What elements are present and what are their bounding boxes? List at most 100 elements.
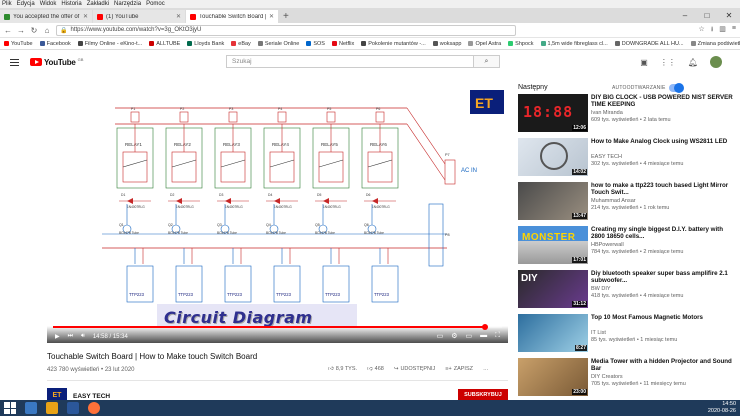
- video-thumbnail[interactable]: 8:27: [518, 314, 588, 352]
- menu-item[interactable]: Widok: [40, 1, 57, 7]
- recommendation-item[interactable]: 23:00 Media Tower with a hidden Projector…: [518, 358, 733, 398]
- more-icon[interactable]: …: [483, 366, 489, 372]
- close-icon[interactable]: ✕: [718, 8, 740, 23]
- recommendation-item[interactable]: 8:27 Top 10 Most Famous Magnetic Motors IT…: [518, 314, 733, 354]
- star-icon[interactable]: ☆: [699, 25, 705, 36]
- menu-item[interactable]: Pomoc: [146, 1, 165, 7]
- tab-close-icon[interactable]: ✕: [176, 13, 181, 20]
- menu-item[interactable]: Historia: [61, 1, 81, 7]
- recommendation-title[interactable]: Creating my single biggest D.I.Y. batter…: [591, 226, 733, 241]
- recommendation-channel[interactable]: BW DIY: [591, 286, 611, 292]
- bookmark-item[interactable]: Pokolenie mutantów -...: [361, 41, 426, 47]
- recommendation-item[interactable]: 14:02 How to Make Analog Clock using WS28…: [518, 138, 733, 178]
- file-explorer-icon[interactable]: [46, 402, 58, 414]
- settings-icon[interactable]: ⚙: [451, 332, 457, 340]
- menu-item[interactable]: Zakładki: [87, 1, 109, 7]
- bookmark-item[interactable]: Netflix: [331, 41, 354, 47]
- menu-item[interactable]: Narzędzia: [114, 1, 141, 7]
- recommendation-channel[interactable]: Ivan Miranda: [591, 110, 623, 116]
- hamburger-menu-icon[interactable]: [10, 58, 19, 66]
- create-video-icon[interactable]: ▣: [640, 58, 648, 67]
- notifications-icon[interactable]: 🔔︎: [688, 58, 698, 67]
- recommendation-title[interactable]: how to make a ttp223 touch based Light M…: [591, 182, 733, 197]
- back-icon[interactable]: ←: [4, 26, 12, 35]
- recommendation-item[interactable]: DIY 31:12 Diy bluetooth speaker super bass…: [518, 270, 733, 310]
- forward-icon[interactable]: →: [17, 26, 25, 35]
- channel-name[interactable]: EASY TECH: [73, 393, 110, 400]
- video-thumbnail[interactable]: 23:00: [518, 358, 588, 396]
- save-button[interactable]: ≡+ ZAPISZ: [445, 366, 473, 372]
- windows-start-icon[interactable]: [4, 402, 16, 414]
- bookmark-item[interactable]: eBay: [231, 41, 251, 47]
- browser-tab[interactable]: (1) YouTube ✕: [93, 10, 185, 23]
- internet-explorer-icon[interactable]: [25, 402, 37, 414]
- autoplay-toggle[interactable]: [669, 83, 684, 93]
- bookmark-item[interactable]: Opel Astra: [468, 41, 501, 47]
- subtitles-icon[interactable]: ▭: [437, 332, 444, 340]
- recommendation-title[interactable]: Top 10 Most Famous Magnetic Motors: [591, 314, 733, 321]
- bookmark-item[interactable]: Filmy Online - eKino-t...: [77, 41, 142, 47]
- bookmark-item[interactable]: DOWNGRADE ALL HU...: [614, 41, 684, 47]
- fullscreen-icon[interactable]: ⛶: [495, 332, 500, 340]
- recommendation-channel[interactable]: IT List: [591, 330, 606, 336]
- video-thumbnail[interactable]: DIY 31:12: [518, 270, 588, 308]
- avatar[interactable]: [710, 56, 722, 68]
- tab-close-icon[interactable]: ✕: [83, 13, 88, 20]
- store-icon[interactable]: [67, 402, 79, 414]
- recommendation-channel[interactable]: Muhammad Ansar: [591, 198, 636, 204]
- minimize-icon[interactable]: –: [674, 8, 696, 23]
- bookmark-item[interactable]: Seriale Online: [257, 41, 299, 47]
- search-input[interactable]: Szukaj: [226, 55, 474, 68]
- recommendation-channel[interactable]: HBPowerwall: [591, 242, 624, 248]
- volume-icon[interactable]: 🔊︎: [81, 333, 85, 340]
- dislike-button[interactable]: 👎︎ 468: [367, 366, 384, 372]
- recommendation-item[interactable]: 18:88 12:06 DIY BIG CLOCK - USB POWERED NI…: [518, 94, 733, 134]
- video-thumbnail[interactable]: 18:88 12:06: [518, 94, 588, 132]
- bookmark-item[interactable]: ALLTUBE: [149, 41, 180, 47]
- video-player[interactable]: P1 RELAY1 D1 1N4007RLG Q1 BC547B Tube TTP223 P2…: [47, 84, 508, 343]
- reload-icon[interactable]: ↻: [30, 26, 38, 35]
- system-tray-clock[interactable]: 14:50 2020-08-26: [708, 401, 736, 415]
- firefox-icon[interactable]: [88, 402, 100, 414]
- next-icon[interactable]: ⏭: [68, 333, 73, 340]
- like-button[interactable]: 👍︎ 8,9 TYS.: [328, 366, 357, 372]
- progress-bar[interactable]: [53, 324, 502, 330]
- bookmark-item[interactable]: SOS: [306, 41, 325, 47]
- browser-tab[interactable]: Touchable Switch Board | How t...✕: [186, 10, 278, 23]
- bookmark-item[interactable]: Zmiana podświetlenia...: [690, 41, 740, 47]
- menu-item[interactable]: Edycja: [17, 1, 35, 7]
- home-icon[interactable]: ⌂: [43, 26, 51, 35]
- download-icon[interactable]: ⭳: [711, 25, 713, 36]
- video-thumbnail[interactable]: 14:02: [518, 138, 588, 176]
- theater-icon[interactable]: ▬: [480, 332, 487, 340]
- url-bar[interactable]: 🔒 https://www.youtube.com/watch?v=3g_OKt…: [56, 24, 516, 36]
- tab-close-icon[interactable]: ✕: [269, 13, 274, 20]
- new-tab-button[interactable]: +: [283, 10, 289, 23]
- video-thumbnail[interactable]: MONSTER 17:01: [518, 226, 588, 264]
- recommendation-title[interactable]: Media Tower with a hidden Projector and …: [591, 358, 733, 373]
- recommendation-title[interactable]: Diy bluetooth speaker super bass amplifi…: [591, 270, 733, 285]
- browser-tab[interactable]: You accepted the offer of $XXX✕: [0, 10, 92, 23]
- recommendation-item[interactable]: MONSTER 17:01 Creating my single biggest D…: [518, 226, 733, 266]
- bookmark-item[interactable]: YouTube: [4, 41, 33, 47]
- recommendation-channel[interactable]: DIY Creators: [591, 374, 623, 380]
- maximize-icon[interactable]: □: [696, 8, 718, 23]
- video-thumbnail[interactable]: 13:47: [518, 182, 588, 220]
- bookmark-item[interactable]: 1,5m wide fibreglass cl...: [540, 41, 608, 47]
- apps-icon[interactable]: ⋮⋮: [660, 58, 676, 67]
- recommendation-title[interactable]: How to Make Analog Clock using WS2811 LE…: [591, 138, 733, 145]
- recommendation-channel[interactable]: EASY TECH: [591, 154, 622, 160]
- menu-icon[interactable]: ≡: [732, 25, 736, 36]
- share-button[interactable]: ↪ UDOSTĘPNIJ: [394, 366, 435, 372]
- library-icon[interactable]: ▥: [719, 25, 726, 36]
- bookmark-item[interactable]: Lloyds Bank: [187, 41, 224, 47]
- play-icon[interactable]: ▶: [55, 333, 60, 340]
- bookmark-item[interactable]: Shpock: [508, 41, 534, 47]
- recommendation-item[interactable]: 13:47 how to make a ttp223 touch based Li…: [518, 182, 733, 222]
- bookmark-item[interactable]: Facebook: [39, 41, 71, 47]
- recommendation-title[interactable]: DIY BIG CLOCK - USB POWERED NIST SERVER …: [591, 94, 733, 109]
- progress-knob[interactable]: [481, 324, 488, 330]
- miniplayer-icon[interactable]: ▭: [465, 332, 472, 340]
- search-icon[interactable]: ⌕: [474, 55, 500, 68]
- bookmark-item[interactable]: woksapp: [432, 41, 461, 47]
